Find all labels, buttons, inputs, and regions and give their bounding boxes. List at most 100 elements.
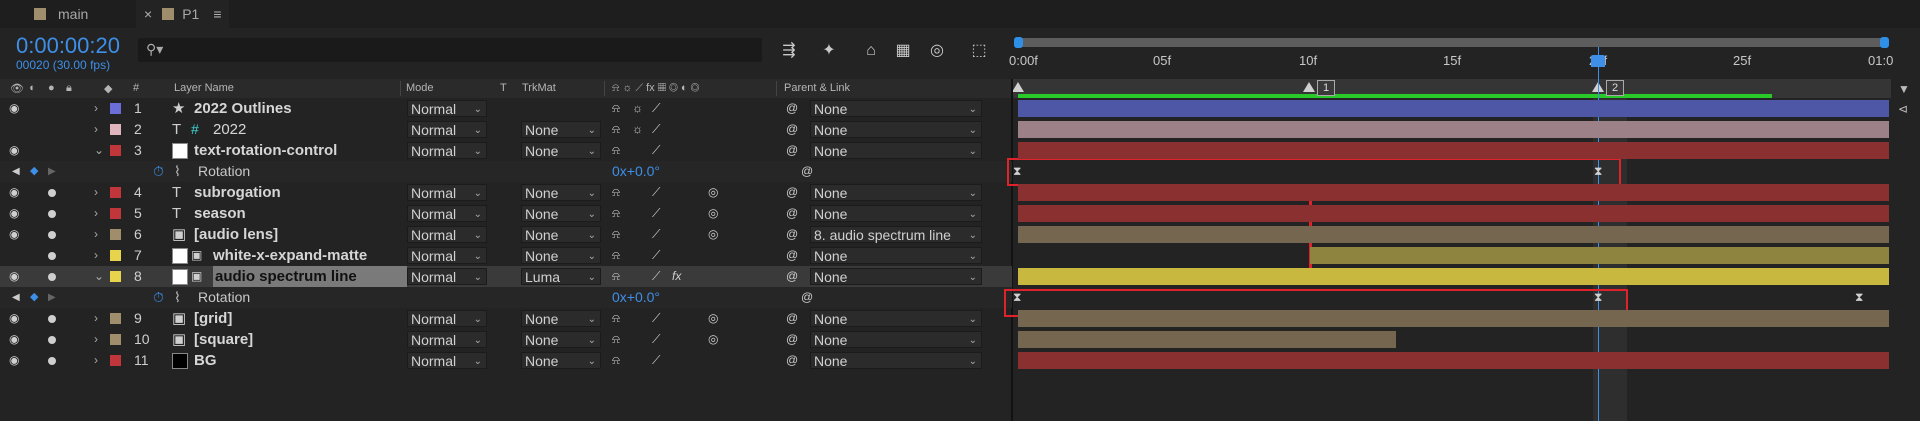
frame-blending-icon[interactable]: ▦ [890, 40, 916, 62]
quality-switch-icon[interactable]: ⟋ [652, 308, 660, 329]
layer-duration-bar[interactable] [1018, 268, 1889, 285]
parent-dropdown[interactable]: None ⌄ [810, 268, 982, 285]
layer-name[interactable]: 2022 [213, 119, 246, 140]
mode-dropdown[interactable]: Normal ⌄ [407, 121, 487, 138]
chevron-right-icon[interactable]: › [94, 119, 98, 140]
label-color[interactable] [110, 187, 121, 198]
visibility-eye-icon[interactable]: ◉ [9, 224, 19, 245]
column-parent[interactable]: Parent & Link [784, 82, 850, 94]
tab-p1[interactable]: × P1 ≡ [136, 0, 230, 28]
parent-dropdown[interactable]: None ⌄ [810, 121, 982, 138]
layer-row[interactable]: ◉ › 1 ★ 2022 Outlines Normal ⌄ ⍾ ☼ ⟋ @ None ⌄ [0, 98, 1012, 119]
layer-row[interactable]: ◉ › 9 ▣ [grid] Normal ⌄ None ⌄ ⍾ ⟋ ◎ @ None ⌄ [0, 308, 1012, 329]
layer-row[interactable]: ◉ › 5 Tseason Normal ⌄ None ⌄ ⍾ ⟋ ◎ @ None ⌄ [0, 203, 1012, 224]
composition-mini-flowchart-icon[interactable]: ⇶ [776, 40, 802, 62]
graph-icon[interactable]: ⌇ [174, 161, 181, 182]
shy-switch-icon[interactable]: ⍾ [612, 224, 620, 245]
trkmat-dropdown[interactable]: None ⌄ [521, 310, 601, 327]
chevron-down-icon[interactable]: ⌄ [94, 140, 104, 161]
layer-row[interactable]: ◉ › 10 ▣ [square] Normal ⌄ None ⌄ ⍾ ⟋ ◎ @ None ⌄ [0, 329, 1012, 350]
pickwhip-icon[interactable]: @ [786, 182, 798, 203]
chevron-right-icon[interactable]: › [94, 182, 98, 203]
layer-row[interactable]: ◉ ⌄ 8 ▣ audio spectrum line Normal ⌄ Luma ⌄ ⍾ ⟋ fx @… [0, 266, 1012, 287]
label-color[interactable] [110, 313, 121, 324]
pickwhip-icon[interactable]: @ [786, 203, 798, 224]
parent-dropdown[interactable]: 8. audio spectrum line ⌄ [810, 226, 982, 243]
pickwhip-icon[interactable]: @ [786, 140, 798, 161]
prev-keyframe-icon[interactable]: ◀ [12, 161, 20, 182]
shy-layers-icon[interactable]: ⌂ [858, 40, 884, 62]
layer-name[interactable]: [audio lens] [194, 224, 278, 245]
shy-switch-icon[interactable]: ⍾ [612, 266, 620, 287]
label-icon[interactable]: ◆ [104, 82, 112, 95]
column-mode[interactable]: Mode [406, 82, 434, 94]
chevron-right-icon[interactable]: › [94, 98, 98, 119]
chevron-right-icon[interactable]: › [94, 308, 98, 329]
layer-name[interactable]: subrogation [194, 182, 281, 203]
solo-dot-icon[interactable] [48, 252, 56, 260]
motion-blur-switch-icon[interactable]: ◎ [708, 224, 718, 245]
quality-switch-icon[interactable]: ⟋ [652, 245, 660, 266]
solo-dot-icon[interactable] [48, 315, 56, 323]
motion-blur-switch-icon[interactable]: ◎ [708, 329, 718, 350]
visibility-eye-icon[interactable]: ◉ [9, 182, 19, 203]
visibility-eye-icon[interactable]: ◉ [9, 266, 19, 287]
parent-dropdown[interactable]: None ⌄ [810, 310, 982, 327]
solo-dot-icon[interactable] [48, 357, 56, 365]
chevron-right-icon[interactable]: › [94, 245, 98, 266]
shy-switch-icon[interactable]: ⍾ [612, 140, 620, 161]
shy-switch-icon[interactable]: ⍾ [612, 203, 620, 224]
keyframe-diamond-icon[interactable]: ◆ [30, 287, 38, 308]
column-t[interactable]: T [500, 82, 507, 94]
parent-dropdown[interactable]: None ⌄ [810, 331, 982, 348]
solo-dot-icon[interactable] [48, 189, 56, 197]
layer-name[interactable]: season [194, 203, 246, 224]
menu-icon[interactable]: ≡ [213, 6, 221, 22]
quality-switch-icon[interactable]: ⟋ [652, 266, 660, 287]
quality-switch-icon[interactable]: ⟋ [652, 224, 660, 245]
pickwhip-icon[interactable]: @ [786, 98, 798, 119]
pickwhip-icon[interactable]: @ [786, 224, 798, 245]
stopwatch-icon[interactable]: ⏱ [153, 161, 164, 182]
solo-dot-icon[interactable] [48, 336, 56, 344]
stopwatch-icon[interactable]: ⏱ [153, 287, 164, 308]
layer-duration-bar[interactable] [1018, 310, 1889, 327]
pickwhip-icon[interactable]: @ [786, 329, 798, 350]
quality-switch-icon[interactable]: ⟋ [652, 182, 660, 203]
pickwhip-icon[interactable]: @ [786, 350, 798, 371]
trkmat-dropdown[interactable]: None ⌄ [521, 331, 601, 348]
layer-row[interactable]: ◉ › 11 BG Normal ⌄ None ⌄ ⍾ ⟋ @ None ⌄ [0, 350, 1012, 371]
layer-row[interactable]: ◉ › 6 ▣ [audio lens] Normal ⌄ None ⌄ ⍾ ⟋ ◎ @8. audio… [0, 224, 1012, 245]
current-time[interactable]: 0:00:00:20 [16, 33, 120, 59]
keyframe-icon[interactable]: ⧗ [1013, 290, 1021, 305]
graph-icon[interactable]: ⌇ [174, 287, 181, 308]
mode-dropdown[interactable]: Normal ⌄ [407, 142, 487, 159]
parent-dropdown[interactable]: None ⌄ [810, 184, 982, 201]
keyframe-icon[interactable]: ⧗ [1594, 164, 1602, 179]
layer-duration-bar[interactable] [1018, 184, 1889, 201]
trkmat-dropdown[interactable]: None ⌄ [521, 121, 601, 138]
visibility-eye-icon[interactable]: ◉ [9, 329, 19, 350]
layer-row[interactable]: › 7 ▣ white-x-expand-matte Normal ⌄ None ⌄ ⍾ ⟋ @ No… [0, 245, 1012, 266]
collapse-switch-icon[interactable]: ☼ [632, 119, 643, 140]
shy-switch-icon[interactable]: ⍾ [612, 98, 620, 119]
mode-dropdown[interactable]: Normal ⌄ [407, 268, 487, 285]
layer-name[interactable]: BG [194, 350, 217, 371]
layer-name[interactable]: text-rotation-control [194, 140, 337, 161]
layer-name[interactable]: white-x-expand-matte [213, 245, 367, 266]
collapse-switch-icon[interactable]: ☼ [632, 98, 643, 119]
trkmat-dropdown[interactable]: Luma ⌄ [521, 268, 601, 285]
mode-dropdown[interactable]: Normal ⌄ [407, 226, 487, 243]
mode-dropdown[interactable]: Normal ⌄ [407, 205, 487, 222]
column-trkmat[interactable]: TrkMat [522, 82, 556, 94]
layer-row[interactable]: ◉ › 4 Tsubrogation Normal ⌄ None ⌄ ⍾ ⟋ ◎ @ None ⌄ [0, 182, 1012, 203]
quality-switch-icon[interactable]: ⟋ [652, 119, 660, 140]
tab-main[interactable]: main [34, 0, 88, 28]
prev-keyframe-icon[interactable]: ◀ [12, 287, 20, 308]
visibility-eye-icon[interactable]: ◉ [9, 350, 19, 371]
close-icon[interactable]: × [144, 6, 152, 22]
visibility-eye-icon[interactable]: ◉ [9, 308, 19, 329]
trkmat-dropdown[interactable]: None ⌄ [521, 205, 601, 222]
layer-name[interactable]: [grid] [194, 308, 232, 329]
mode-dropdown[interactable]: Normal ⌄ [407, 100, 487, 117]
